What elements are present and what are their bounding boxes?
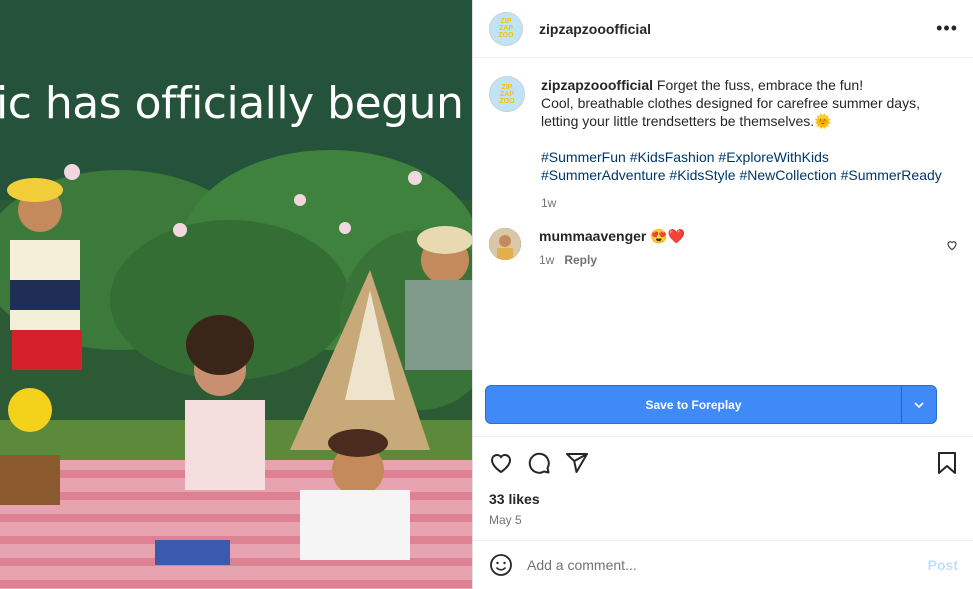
post-header: ZIP ZAP ZOO zipzapzooofficial ••• [473, 0, 973, 58]
comment-item: mummaavenger 😍❤️ 1w Reply [489, 228, 958, 267]
post-actions [489, 450, 958, 476]
profile-avatar[interactable]: ZIP ZAP ZOO [489, 11, 523, 46]
comment-input[interactable]: Add a comment... [527, 557, 928, 573]
caption: ZIP ZAP ZOO zipzapzooofficial Forget the f… [489, 76, 958, 212]
comment-timestamp[interactable]: 1w [539, 253, 554, 267]
comment-like-icon[interactable] [946, 238, 958, 256]
hashtags: #SummerFun #KidsFashion #ExploreWithKids… [541, 148, 942, 184]
post-details-panel: ZIP ZAP ZOO zipzapzooofficial ••• ZIP ZAP ZO… [472, 0, 973, 589]
hashtag-link[interactable]: #SummerReady [841, 167, 942, 183]
hashtag-link[interactable]: #ExploreWithKids [718, 149, 829, 165]
caption-avatar[interactable]: ZIP ZAP ZOO [489, 76, 525, 112]
save-to-foreplay-button[interactable]: Save to Foreplay [486, 386, 901, 423]
zipzapzoo-logo-icon: ZIP ZAP ZOO [499, 83, 515, 105]
reply-button[interactable]: Reply [564, 253, 597, 267]
caption-timestamp[interactable]: 1w [541, 194, 942, 212]
post-comment-button[interactable]: Post [928, 557, 958, 573]
commenter-avatar-image [489, 228, 521, 260]
hashtag-link[interactable]: #KidsFashion [630, 149, 715, 165]
zipzapzoo-logo-icon: ZIP ZAP ZOO [498, 18, 514, 39]
divider [473, 436, 973, 437]
likes-count[interactable]: 33 likes [489, 491, 540, 507]
sun-emoji-icon: 🌞 [814, 113, 832, 129]
post-date[interactable]: May 5 [489, 513, 522, 527]
save-to-foreplay-bar: Save to Foreplay [485, 385, 937, 424]
bookmark-icon[interactable] [936, 451, 958, 475]
emoji-icon[interactable] [489, 553, 513, 577]
image-overlay-text: ic has officially begun [0, 78, 464, 129]
chevron-down-icon[interactable] [901, 386, 936, 423]
add-comment-bar: Add a comment... Post [473, 540, 973, 589]
caption-line-2: Cool, breathable clothes designed for ca… [541, 95, 920, 111]
caption-username[interactable]: zipzapzooofficial [541, 77, 653, 93]
hashtag-link[interactable]: #SummerFun [541, 149, 626, 165]
comment-icon[interactable] [527, 451, 551, 475]
commenter-username[interactable]: mummaavenger [539, 228, 646, 244]
header-username[interactable]: zipzapzooofficial [539, 21, 651, 37]
heart-icon[interactable] [489, 451, 513, 475]
hashtag-link[interactable]: #SummerAdventure [541, 167, 666, 183]
comment-text: 😍❤️ [650, 228, 686, 244]
caption-line-1: Forget the fuss, embrace the fun! [656, 77, 864, 93]
commenter-avatar[interactable] [489, 228, 521, 260]
more-icon[interactable]: ••• [936, 18, 958, 39]
hashtag-link[interactable]: #KidsStyle [669, 167, 735, 183]
caption-line-3: letting your little trendsetters be them… [541, 113, 815, 129]
hashtag-link[interactable]: #NewCollection [739, 167, 836, 183]
post-image[interactable]: ic has officially begun [0, 0, 472, 589]
share-icon[interactable] [565, 451, 589, 475]
